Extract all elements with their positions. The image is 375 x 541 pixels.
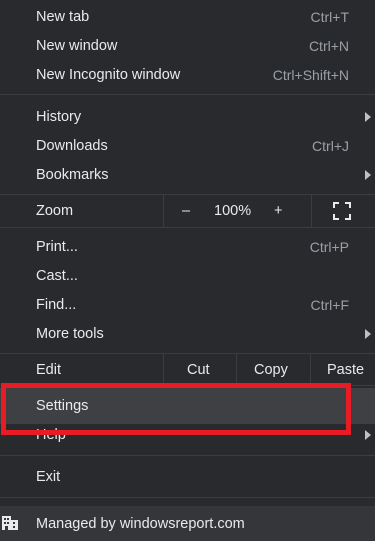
- menu-item-shortcut: Ctrl+N: [308, 37, 349, 54]
- menu-item-label: History: [36, 108, 82, 125]
- submenu-arrow-icon: [365, 169, 371, 180]
- submenu-arrow-icon: [365, 328, 371, 339]
- submenu-arrow-icon: [365, 111, 371, 122]
- menu-item-new-window[interactable]: New window Ctrl+N: [0, 31, 375, 60]
- edit-divider: [236, 354, 237, 385]
- zoom-level: 100%: [214, 203, 252, 219]
- menu-item-more-tools[interactable]: More tools: [0, 319, 375, 348]
- menu-item-shortcut: Ctrl+F: [310, 296, 350, 313]
- menu-item-label: Cast...: [36, 267, 78, 284]
- paste-button[interactable]: Paste: [327, 362, 364, 378]
- menu-item-label: Bookmarks: [36, 166, 109, 183]
- menu-item-label: Print...: [36, 238, 78, 255]
- menu-item-shortcut: Ctrl+P: [309, 238, 349, 255]
- fullscreen-icon[interactable]: [333, 202, 351, 220]
- menu-item-cast[interactable]: Cast...: [0, 261, 375, 290]
- menu-separator: [0, 94, 375, 95]
- menu-item-print[interactable]: Print... Ctrl+P: [0, 232, 375, 261]
- zoom-out-button[interactable]: –: [182, 203, 190, 219]
- menu-item-label: New tab: [36, 8, 90, 25]
- menu-item-downloads[interactable]: Downloads Ctrl+J: [0, 131, 375, 160]
- menu-item-label: More tools: [36, 325, 104, 342]
- menu-item-find[interactable]: Find... Ctrl+F: [0, 290, 375, 319]
- zoom-divider: [311, 195, 312, 227]
- zoom-in-button[interactable]: +: [274, 203, 282, 219]
- building-icon: [2, 516, 18, 530]
- menu-separator: [0, 227, 375, 228]
- menu-item-shortcut: Ctrl+T: [310, 8, 350, 25]
- menu-item-label: New Incognito window: [36, 66, 181, 83]
- menu-item-label: New window: [36, 37, 118, 54]
- menu-item-shortcut: Ctrl+Shift+N: [272, 66, 349, 83]
- edit-divider: [310, 354, 311, 385]
- edit-label: Edit: [36, 361, 61, 378]
- submenu-arrow-icon: [365, 429, 371, 440]
- zoom-label: Zoom: [36, 203, 74, 219]
- edit-row: Edit Cut Copy Paste: [0, 354, 375, 385]
- managed-by-label: Managed by windowsreport.com: [36, 516, 245, 532]
- menu-item-exit[interactable]: Exit: [0, 462, 375, 491]
- edit-divider: [163, 354, 164, 385]
- menu-item-bookmarks[interactable]: Bookmarks: [0, 160, 375, 189]
- menu-item-new-tab[interactable]: New tab Ctrl+T: [0, 2, 375, 31]
- menu-item-new-incognito-window[interactable]: New Incognito window Ctrl+Shift+N: [0, 60, 375, 89]
- menu-item-label: Find...: [36, 296, 77, 313]
- menu-separator: [0, 455, 375, 456]
- menu-separator: [0, 497, 375, 498]
- menu-item-label: Exit: [36, 468, 61, 485]
- zoom-divider: [163, 195, 164, 227]
- menu-item-label: Downloads: [36, 137, 108, 154]
- menu-item-shortcut: Ctrl+J: [312, 137, 349, 154]
- menu-item-history[interactable]: History: [0, 102, 375, 131]
- copy-button[interactable]: Copy: [254, 362, 288, 378]
- zoom-row: Zoom – 100% +: [0, 195, 375, 227]
- cut-button[interactable]: Cut: [187, 362, 210, 378]
- chrome-menu: New tab Ctrl+T New window Ctrl+N New Inc…: [0, 0, 375, 541]
- annotation-highlight-box: [1, 383, 351, 435]
- managed-by-banner[interactable]: Managed by windowsreport.com: [0, 506, 375, 541]
